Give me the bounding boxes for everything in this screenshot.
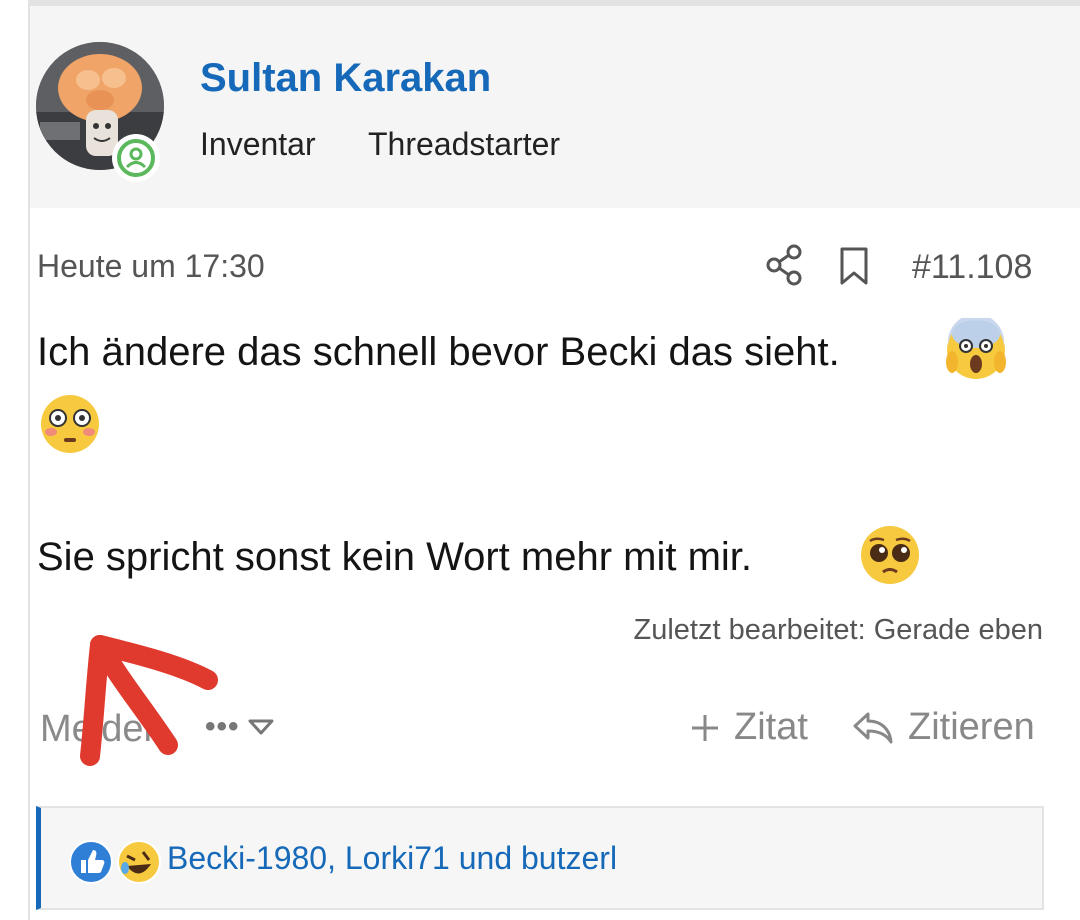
reactions-bar[interactable]: Becki-1980, Lorki71 und butzerl: [36, 806, 1044, 910]
last-edited-note: Zuletzt bearbeitet: Gerade eben: [633, 614, 1043, 646]
more-dots-icon: •••: [205, 710, 240, 743]
post-container: Sultan Karakan Inventar Threadstarter: [28, 0, 1080, 920]
screaming-face-emoji: [946, 318, 1006, 379]
laughing-icon: [117, 840, 161, 884]
plus-icon: [692, 714, 718, 741]
bookmark-icon[interactable]: [838, 246, 870, 286]
reaction-icons: [69, 840, 161, 884]
like-icon: [69, 840, 113, 884]
reply-quote-label: Zitieren: [908, 706, 1035, 748]
reactors-list[interactable]: Becki-1980, Lorki71 und butzerl: [167, 840, 617, 877]
user-circle-icon: [117, 139, 155, 177]
post-timestamp[interactable]: Heute um 17:30: [37, 248, 265, 285]
threadstarter-badge: Threadstarter: [368, 126, 561, 162]
chevron-down-icon: [248, 719, 274, 735]
multi-quote-button[interactable]: Zitat: [690, 706, 808, 749]
reply-arrow-icon: [853, 712, 893, 743]
pleading-face-emoji: [861, 526, 919, 584]
post-text-line-2: Sie spricht sonst kein Wort mehr mit mir…: [37, 535, 752, 579]
user-header: Sultan Karakan Inventar Threadstarter: [30, 6, 1080, 208]
post-text-line-1: Ich ändere das schnell bevor Becki das s…: [37, 330, 840, 374]
multi-quote-label: Zitat: [734, 706, 808, 748]
share-icon[interactable]: [766, 244, 804, 286]
post-number-link[interactable]: #11.108: [912, 248, 1032, 287]
username-link[interactable]: Sultan Karakan: [200, 56, 491, 101]
report-link[interactable]: Melden: [40, 708, 165, 751]
online-status-badge: [112, 134, 160, 182]
more-actions-menu[interactable]: •••: [205, 712, 274, 742]
user-title: Inventar: [200, 126, 316, 162]
reply-quote-button[interactable]: Zitieren: [852, 706, 1035, 749]
flushed-face-emoji: [41, 395, 99, 453]
